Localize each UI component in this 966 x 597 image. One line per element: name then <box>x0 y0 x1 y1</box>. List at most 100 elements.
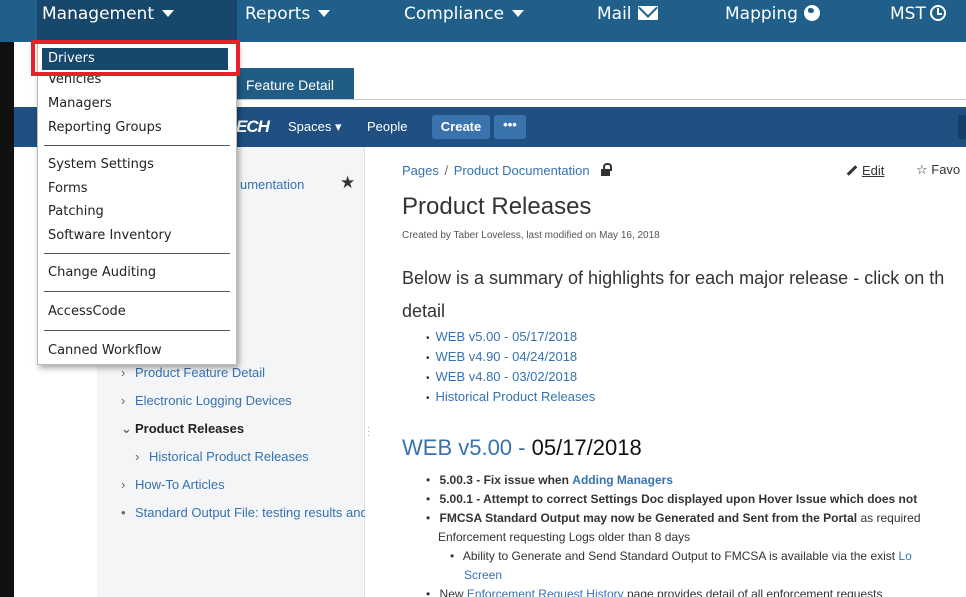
tree-item-label: Standard Output File: testing results an… <box>135 505 365 520</box>
intro-text: Below is a summary of highlights for eac… <box>402 262 966 328</box>
release-link[interactable]: Historical Product Releases <box>426 389 596 409</box>
section-heading: WEB v5.00 - 05/17/2018 <box>402 435 642 461</box>
spaces-menu[interactable]: Spaces ▾ <box>288 119 342 135</box>
menu-divider <box>44 330 230 331</box>
menu-item-canned-workflow[interactable]: Canned Workflow <box>38 340 236 362</box>
menu-item-reporting-groups[interactable]: Reporting Groups <box>38 117 236 139</box>
nav-mapping-label: Mapping <box>725 4 798 24</box>
change-link[interactable]: Enforcement Request History <box>467 587 624 597</box>
menu-item-forms[interactable]: Forms <box>38 178 236 200</box>
chevron-right-icon: › <box>121 477 126 492</box>
nav-mapping[interactable]: Mapping <box>725 0 820 42</box>
menu-item-software-inventory[interactable]: Software Inventory <box>38 225 236 247</box>
bullet-icon: • <box>121 505 126 520</box>
nav-reports[interactable]: Reports <box>245 0 331 42</box>
chevron-right-icon: › <box>121 365 126 380</box>
search-input[interactable] <box>958 115 966 139</box>
annotation-highlight-box <box>31 40 240 76</box>
breadcrumb-product-documentation[interactable]: Product Documentation <box>454 163 590 178</box>
management-dropdown-menu: Drivers Vehicles Managers Reporting Grou… <box>37 42 237 365</box>
more-button[interactable]: ••• <box>494 115 526 139</box>
intro-line-1: Below is a summary of highlights for eac… <box>402 268 945 288</box>
release-links-list: WEB v5.00 - 05/17/2018 WEB v4.90 - 04/24… <box>426 329 596 409</box>
menu-item-accesscode[interactable]: AccessCode <box>38 301 236 323</box>
space-title-link[interactable]: umentation <box>240 177 304 192</box>
top-nav: Management Reports Compliance Mail Mappi… <box>0 0 966 42</box>
nav-timezone-label: MST <box>890 4 926 24</box>
tree-item-product-releases[interactable]: ⌄ Product Releases <box>121 421 244 437</box>
list-item: 5.00.3 - Fix issue when Adding Managers <box>426 473 673 487</box>
breadcrumb: Pages / Product Documentation <box>402 163 613 178</box>
menu-divider <box>44 253 230 254</box>
unlock-icon[interactable] <box>601 163 613 176</box>
section-heading-link[interactable]: WEB v5.00 - <box>402 435 525 460</box>
menu-item-system-settings[interactable]: System Settings <box>38 154 236 176</box>
intro-line-2: detail <box>402 301 446 321</box>
tree-item-product-feature-detail[interactable]: › Product Feature Detail <box>121 365 265 380</box>
tree-item-historical-releases[interactable]: › Historical Product Releases <box>135 449 309 464</box>
change-link-continuation[interactable]: Screen <box>464 568 502 582</box>
list-item: 5.00.1 - Attempt to correct Settings Doc… <box>426 492 918 506</box>
create-button[interactable]: Create <box>432 115 490 139</box>
tab-feature-detail[interactable]: Feature Detail <box>236 68 354 100</box>
menu-item-patching[interactable]: Patching <box>38 201 236 223</box>
change-text: as required <box>857 511 921 525</box>
tree-item-eld[interactable]: › Electronic Logging Devices <box>121 393 292 408</box>
section-heading-date: 05/17/2018 <box>525 435 642 460</box>
favourite-button[interactable]: ☆ Favo <box>916 162 960 178</box>
page-metadata: Created by Taber Loveless, last modified… <box>402 230 660 241</box>
app-logo[interactable]: ECH <box>236 117 270 137</box>
change-text: Ability to Generate and Send Standard Ou… <box>462 549 896 563</box>
chevron-right-icon: › <box>135 449 140 464</box>
caret-down-icon <box>318 10 331 17</box>
tree-item-label: Historical Product Releases <box>149 449 309 464</box>
caret-down-icon <box>512 10 525 17</box>
tree-item-label: Product Feature Detail <box>135 365 266 380</box>
star-icon[interactable]: ★ <box>340 173 355 193</box>
nav-timezone[interactable]: MST <box>890 0 946 42</box>
release-link[interactable]: WEB v4.90 - 04/24/2018 <box>426 349 595 369</box>
edit-label: Edit <box>862 163 885 178</box>
nav-compliance[interactable]: Compliance <box>404 0 525 42</box>
change-link[interactable]: Lo <box>898 549 911 563</box>
change-text: page provides detail of all enforcement … <box>626 587 883 597</box>
list-item: Ability to Generate and Send Standard Ou… <box>450 549 912 563</box>
tree-item-label: How-To Articles <box>135 477 225 492</box>
sidebar-resize-handle[interactable]: · · · <box>367 423 370 441</box>
change-text: 5.00.1 - Attempt to correct Settings Doc… <box>439 492 918 506</box>
page-title: Product Releases <box>402 193 592 220</box>
nav-management-label: Management <box>42 4 154 24</box>
globe-icon <box>803 5 820 21</box>
clock-icon <box>929 5 946 21</box>
edit-button[interactable]: Edit <box>846 163 884 178</box>
nav-mail-label: Mail <box>597 4 632 24</box>
breadcrumb-pages[interactable]: Pages <box>402 163 439 178</box>
change-text: 5.00.3 - Fix issue when <box>439 473 569 487</box>
nav-management[interactable]: Management <box>37 0 237 42</box>
menu-item-managers[interactable]: Managers <box>38 93 236 115</box>
change-text: New <box>439 587 464 597</box>
change-text: FMCSA Standard Output may now be Generat… <box>439 511 858 525</box>
nav-compliance-label: Compliance <box>404 4 505 24</box>
envelope-icon <box>637 6 658 20</box>
people-link[interactable]: People <box>367 119 407 134</box>
change-link[interactable]: Adding Managers <box>572 473 673 487</box>
release-link[interactable]: WEB v4.80 - 03/02/2018 <box>426 369 595 389</box>
list-item: New Enforcement Request History page pro… <box>426 587 883 597</box>
list-item: FMCSA Standard Output may now be Generat… <box>426 511 921 525</box>
chevron-right-icon: › <box>121 393 126 408</box>
list-item-continuation: Enforcement requesting Logs older than 8… <box>438 530 691 544</box>
tree-item-label: Product Releases <box>135 421 245 436</box>
tree-item-standard-output[interactable]: • Standard Output File: testing results a… <box>121 505 365 520</box>
left-edge-strip <box>0 42 14 597</box>
tree-item-label: Electronic Logging Devices <box>135 393 292 408</box>
release-link[interactable]: WEB v5.00 - 05/17/2018 <box>426 329 595 349</box>
page-content: Pages / Product Documentation Edit ☆ Fav… <box>402 147 966 597</box>
breadcrumb-separator: / <box>444 163 449 178</box>
tab-divider <box>236 99 966 100</box>
caret-down-icon <box>162 10 174 17</box>
menu-item-change-auditing[interactable]: Change Auditing <box>38 262 236 284</box>
menu-divider <box>44 291 230 292</box>
nav-mail[interactable]: Mail <box>597 0 658 42</box>
tree-item-how-to[interactable]: › How-To Articles <box>121 477 225 492</box>
